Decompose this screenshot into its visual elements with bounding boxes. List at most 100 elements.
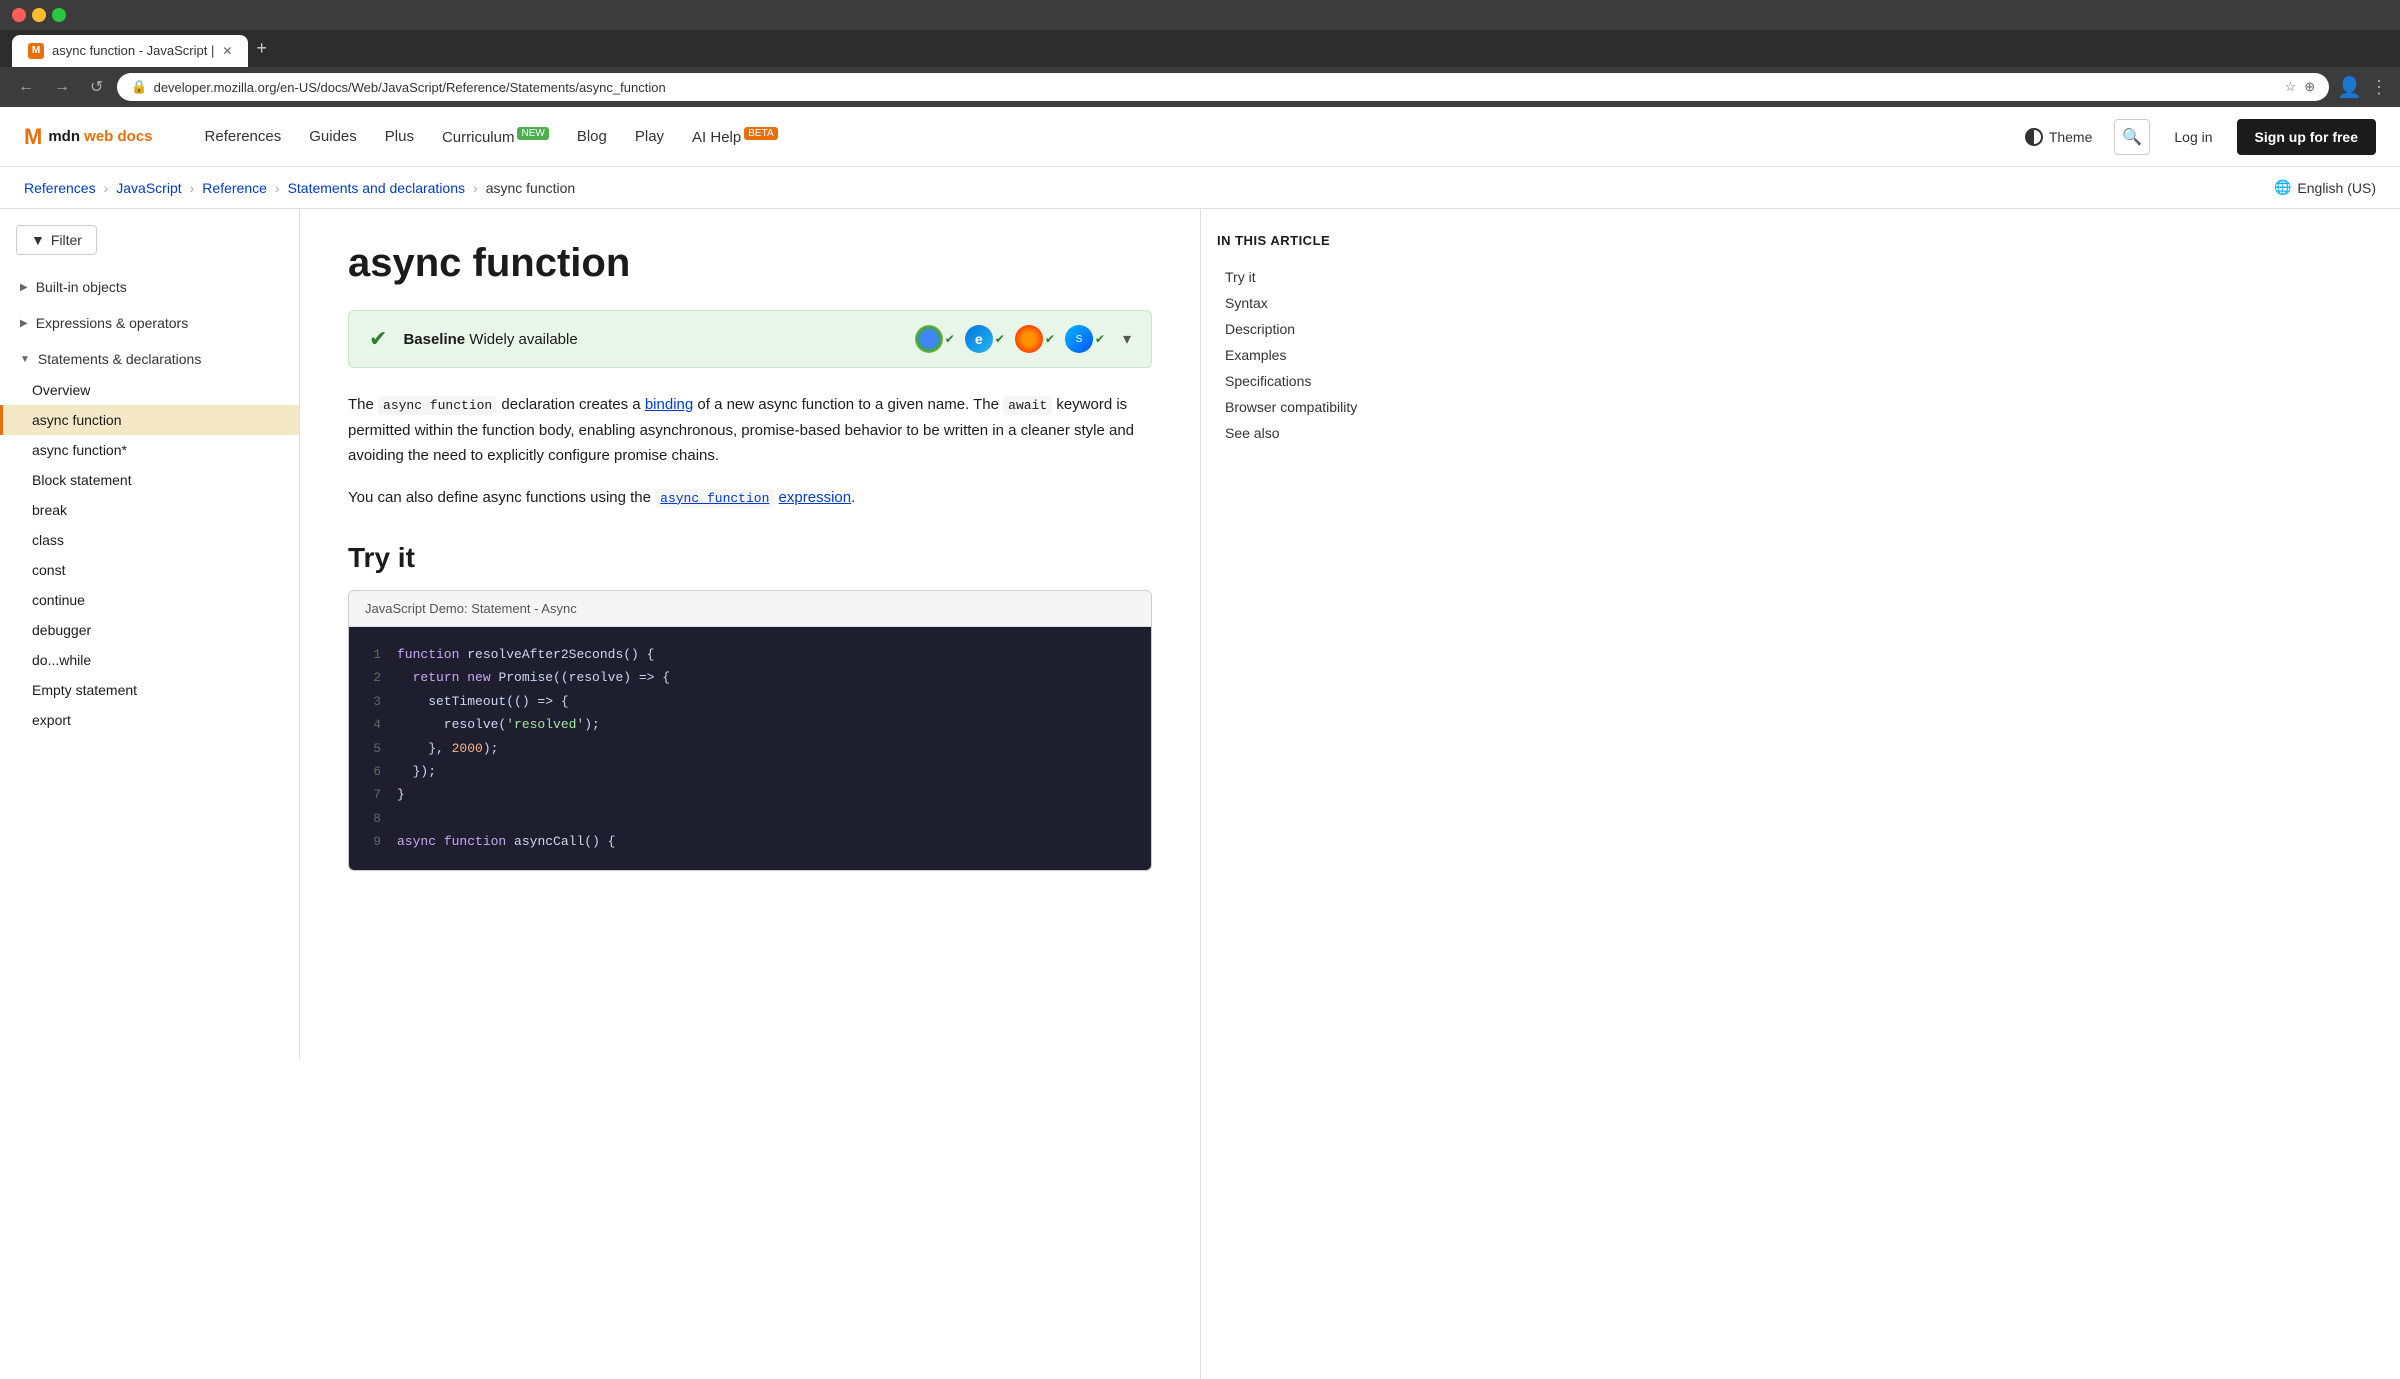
nav-ai-help[interactable]: AI HelpBETA <box>680 120 790 154</box>
code-line-9: 9 async function asyncCall() { <box>365 830 1135 853</box>
search-icon: 🔍 <box>2122 127 2142 147</box>
breadcrumb-reference[interactable]: Reference <box>202 180 267 196</box>
code-line-7: 7 } <box>365 783 1135 806</box>
login-button[interactable]: Log in <box>2162 121 2224 153</box>
tab-favicon: M <box>28 43 44 59</box>
extensions-icon[interactable]: ⊕ <box>2304 79 2315 95</box>
nav-guides[interactable]: Guides <box>297 120 369 153</box>
toc-browser-compat[interactable]: Browser compatibility <box>1217 394 1404 420</box>
header-right: Theme 🔍 Log in Sign up for free <box>2015 119 2376 155</box>
code-line-3: 3 setTimeout(() => { <box>365 690 1135 713</box>
toc-see-also[interactable]: See also <box>1217 420 1404 446</box>
nav-blog[interactable]: Blog <box>565 120 619 153</box>
menu-icon[interactable]: ⋮ <box>2370 77 2388 98</box>
sidebar-expressions-header[interactable]: ▶ Expressions & operators <box>0 307 299 339</box>
firefox-icon <box>1015 325 1043 353</box>
baseline-text: Baseline Widely available <box>403 331 577 348</box>
toc-description[interactable]: Description <box>1217 316 1404 342</box>
sidebar-item-dowhile[interactable]: do...while <box>0 645 299 675</box>
toc-syntax[interactable]: Syntax <box>1217 290 1404 316</box>
sidebar-item-overview[interactable]: Overview <box>0 375 299 405</box>
sidebar-section-expressions: ▶ Expressions & operators <box>0 307 299 339</box>
baseline-expand-button[interactable]: ▾ <box>1123 329 1131 349</box>
sidebar: ▼ Filter ▶ Built-in objects ▶ Expression… <box>0 209 300 1059</box>
sidebar-statements-label: Statements & declarations <box>38 351 201 367</box>
chrome-icon <box>915 325 943 353</box>
tab-title: async function - JavaScript | <box>52 43 214 58</box>
sidebar-item-export[interactable]: export <box>0 705 299 735</box>
breadcrumb: References › JavaScript › Reference › St… <box>0 167 2400 209</box>
close-dot[interactable] <box>12 8 26 22</box>
binding-link[interactable]: binding <box>645 396 693 413</box>
intro-paragraph-1: The async function declaration creates a… <box>348 392 1152 469</box>
toc-panel: In this article Try it Syntax Descriptio… <box>1200 209 1420 1379</box>
nav-curriculum[interactable]: CurriculumNEW <box>430 120 561 154</box>
sidebar-section-builtin: ▶ Built-in objects <box>0 271 299 303</box>
mdn-logo[interactable]: M mdn web docs <box>24 124 153 150</box>
sidebar-item-debugger[interactable]: debugger <box>0 615 299 645</box>
code-line-2: 2 return new Promise((resolve) => { <box>365 666 1135 689</box>
sidebar-item-const[interactable]: const <box>0 555 299 585</box>
maximize-dot[interactable] <box>52 8 66 22</box>
new-badge: NEW <box>517 127 548 140</box>
forward-button[interactable]: → <box>48 74 76 100</box>
sidebar-expressions-label: Expressions & operators <box>36 315 189 331</box>
code-line-5: 5 }, 2000); <box>365 737 1135 760</box>
refresh-button[interactable]: ↺ <box>84 73 109 101</box>
theme-icon <box>2025 128 2043 146</box>
filter-button[interactable]: ▼ Filter <box>16 225 97 255</box>
try-it-heading: Try it <box>348 542 1152 574</box>
search-button[interactable]: 🔍 <box>2114 119 2150 155</box>
expression-link[interactable]: expression <box>779 489 852 506</box>
sidebar-item-break[interactable]: break <box>0 495 299 525</box>
code-line-8: 8 <box>365 807 1135 830</box>
edge-check: ✔ <box>995 332 1005 346</box>
toc-specifications[interactable]: Specifications <box>1217 368 1404 394</box>
firefox-check: ✔ <box>1045 332 1055 346</box>
await-code: await <box>1003 396 1052 415</box>
address-bar[interactable]: 🔒 developer.mozilla.org/en-US/docs/Web/J… <box>117 73 2329 101</box>
sidebar-item-continue[interactable]: continue <box>0 585 299 615</box>
url-text: developer.mozilla.org/en-US/docs/Web/Jav… <box>154 80 666 95</box>
breadcrumb-sep-2: › <box>190 180 195 196</box>
new-tab-button[interactable]: + <box>248 30 275 67</box>
breadcrumb-sep-1: › <box>104 180 109 196</box>
sidebar-section-statements: ▼ Statements & declarations Overview asy… <box>0 343 299 735</box>
code-demo-box: JavaScript Demo: Statement - Async 1 fun… <box>348 590 1152 871</box>
sidebar-item-empty[interactable]: Empty statement <box>0 675 299 705</box>
toc-try-it[interactable]: Try it <box>1217 264 1404 290</box>
nav-plus[interactable]: Plus <box>373 120 426 153</box>
expand-arrow-statements: ▼ <box>20 354 30 365</box>
sidebar-item-class[interactable]: class <box>0 525 299 555</box>
breadcrumb-statements[interactable]: Statements and declarations <box>288 180 465 196</box>
minimize-dot[interactable] <box>32 8 46 22</box>
browser-tab[interactable]: M async function - JavaScript | ✕ <box>12 35 248 67</box>
breadcrumb-javascript[interactable]: JavaScript <box>116 180 181 196</box>
baseline-check-icon: ✔ <box>369 326 387 352</box>
bookmark-icon[interactable]: ☆ <box>2285 79 2297 95</box>
theme-button[interactable]: Theme <box>2015 122 2103 152</box>
expand-arrow-builtin: ▶ <box>20 282 28 293</box>
lang-label: English (US) <box>2297 180 2376 196</box>
signup-button[interactable]: Sign up for free <box>2237 119 2376 155</box>
toc-examples[interactable]: Examples <box>1217 342 1404 368</box>
breadcrumb-references[interactable]: References <box>24 180 96 196</box>
sidebar-item-block[interactable]: Block statement <box>0 465 299 495</box>
sidebar-builtin-header[interactable]: ▶ Built-in objects <box>0 271 299 303</box>
sidebar-item-async-function[interactable]: async function <box>0 405 299 435</box>
profile-icon[interactable]: 👤 <box>2337 75 2362 100</box>
nav-references[interactable]: References <box>193 120 294 153</box>
expand-arrow-expressions: ▶ <box>20 318 28 329</box>
back-button[interactable]: ← <box>12 74 40 100</box>
main-layout: ▼ Filter ▶ Built-in objects ▶ Expression… <box>0 209 2400 1379</box>
safari-icon: S <box>1065 325 1093 353</box>
async-function-expression-code[interactable]: async function <box>655 489 774 508</box>
baseline-banner: ✔ Baseline Widely available ✔ e ✔ ✔ <box>348 310 1152 368</box>
code-content: 1 function resolveAfter2Seconds() { 2 re… <box>349 627 1151 870</box>
sidebar-statements-header[interactable]: ▼ Statements & declarations <box>0 343 299 375</box>
language-button[interactable]: 🌐 English (US) <box>2274 179 2376 196</box>
nav-play[interactable]: Play <box>623 120 676 153</box>
filter-label: Filter <box>51 232 82 248</box>
tab-close-button[interactable]: ✕ <box>222 44 232 58</box>
sidebar-item-async-function-gen[interactable]: async function* <box>0 435 299 465</box>
